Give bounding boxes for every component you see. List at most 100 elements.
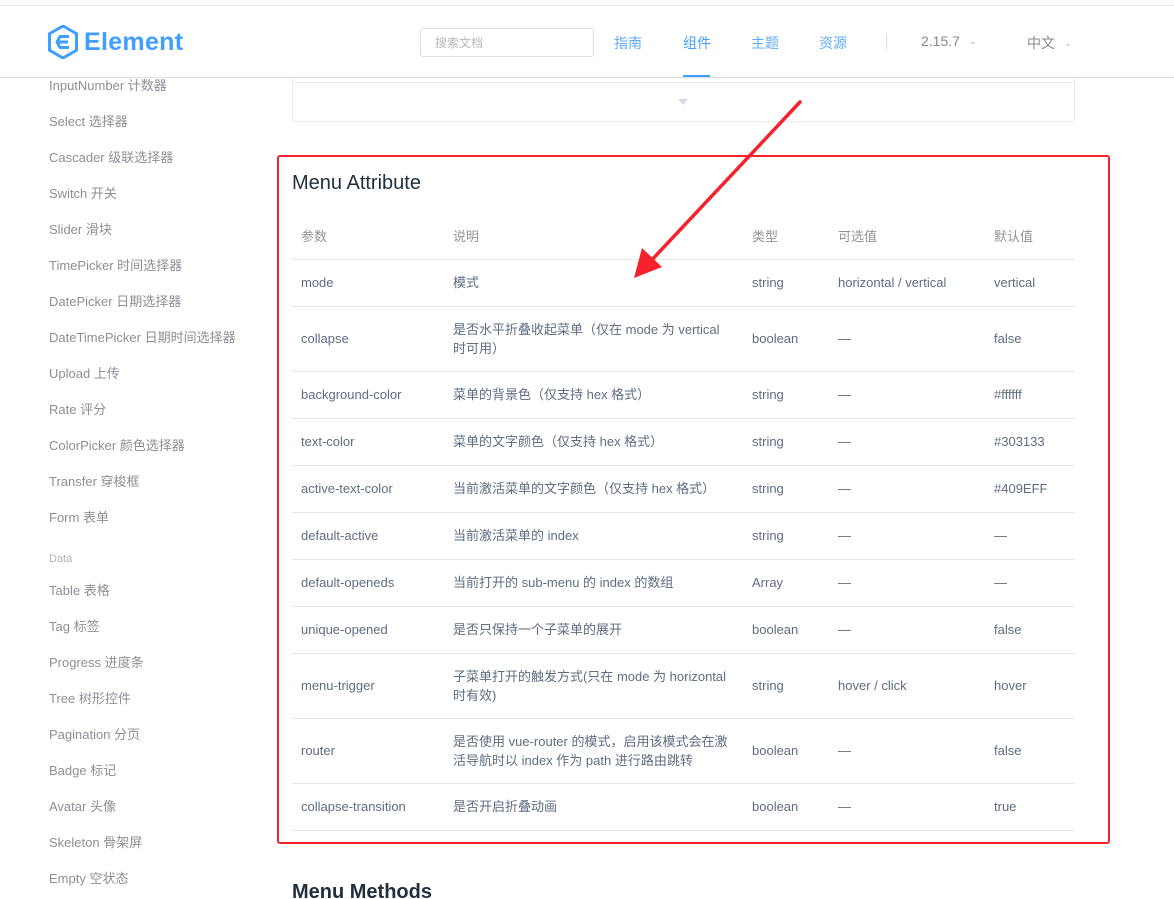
- sidebar-item-tree[interactable]: Tree 树形控件: [49, 688, 131, 707]
- cell-default: —: [985, 559, 1075, 607]
- sidebar-item-transfer[interactable]: Transfer 穿梭框: [49, 471, 140, 490]
- cell-type: string: [743, 512, 829, 560]
- table-row: default-active 当前激活菜单的 index string — —: [292, 512, 1075, 560]
- expand-code-icon[interactable]: [678, 99, 688, 105]
- sidebar-item-skeleton[interactable]: Skeleton 骨架屏: [49, 832, 142, 851]
- cell-type: string: [743, 418, 829, 466]
- cell-type: Array: [743, 559, 829, 607]
- chevron-down-icon: ⌄: [1064, 37, 1072, 48]
- sidebar-item-badge[interactable]: Badge 标记: [49, 760, 116, 779]
- table-row: background-color 菜单的背景色（仅支持 hex 格式） stri…: [292, 371, 1075, 419]
- sidebar-item-table[interactable]: Table 表格: [49, 580, 110, 599]
- sidebar-item-datetimepicker[interactable]: DateTimePicker 日期时间选择器: [49, 327, 236, 346]
- language-dropdown[interactable]: 中文 ⌄: [1027, 33, 1072, 53]
- cell-default: hover: [985, 653, 1075, 719]
- table-header-row: 参数 说明 类型 可选值 默认值: [292, 212, 1075, 260]
- sidebar-item-switch[interactable]: Switch 开关: [49, 183, 117, 202]
- cell-param: collapse-transition: [292, 783, 444, 831]
- cell-type: string: [743, 259, 829, 307]
- sidebar-item-colorpicker[interactable]: ColorPicker 颜色选择器: [49, 435, 185, 454]
- cell-default: false: [985, 306, 1075, 372]
- cell-param: collapse: [292, 306, 444, 372]
- cell-type: boolean: [743, 606, 829, 654]
- cell-options: —: [829, 718, 985, 784]
- demo-block-divider: [292, 82, 1075, 83]
- search-input[interactable]: [420, 28, 594, 57]
- table-row: unique-opened 是否只保持一个子菜单的展开 boolean — fa…: [292, 606, 1075, 654]
- sidebar-item-rate[interactable]: Rate 评分: [49, 399, 106, 418]
- cell-desc: 当前激活菜单的 index: [444, 512, 743, 560]
- sidebar-item-progress[interactable]: Progress 进度条: [49, 652, 144, 671]
- version-label: 2.15.7: [921, 33, 960, 49]
- cell-param: active-text-color: [292, 465, 444, 513]
- table-row: menu-trigger 子菜单打开的触发方式(只在 mode 为 horizo…: [292, 653, 1075, 719]
- cell-param: menu-trigger: [292, 653, 444, 719]
- cell-type: boolean: [743, 718, 829, 784]
- cell-desc: 当前激活菜单的文字颜色（仅支持 hex 格式）: [444, 465, 743, 513]
- menu-attribute-table: 参数 说明 类型 可选值 默认值 mode 模式 string horizont…: [292, 212, 1075, 831]
- cell-default: false: [985, 718, 1075, 784]
- cell-default: —: [985, 512, 1075, 560]
- cell-type: boolean: [743, 783, 829, 831]
- active-nav-indicator: [683, 75, 710, 77]
- nav-resource[interactable]: 资源: [819, 33, 847, 53]
- sidebar-item-avatar[interactable]: Avatar 头像: [49, 796, 116, 815]
- cell-default: vertical: [985, 259, 1075, 307]
- cell-default: true: [985, 783, 1075, 831]
- sidebar-item-pagination[interactable]: Pagination 分页: [49, 724, 140, 743]
- cell-type: string: [743, 465, 829, 513]
- header-top-divider: [0, 5, 1174, 6]
- cell-param: unique-opened: [292, 606, 444, 654]
- table-row: default-openeds 当前打开的 sub-menu 的 index 的…: [292, 559, 1075, 607]
- cell-type: boolean: [743, 306, 829, 372]
- cell-param: router: [292, 718, 444, 784]
- sidebar-item-timepicker[interactable]: TimePicker 时间选择器: [49, 255, 182, 274]
- cell-desc: 菜单的文字颜色（仅支持 hex 格式）: [444, 418, 743, 466]
- cell-default: #303133: [985, 418, 1075, 466]
- cell-default: false: [985, 606, 1075, 654]
- logo-text: Element: [84, 27, 184, 56]
- version-dropdown[interactable]: 2.15.7 ⌄: [921, 33, 976, 49]
- sidebar-item-tag[interactable]: Tag 标签: [49, 616, 100, 635]
- nav-component[interactable]: 组件: [683, 33, 711, 53]
- col-header-type: 类型: [743, 212, 829, 260]
- table-row: mode 模式 string horizontal / vertical ver…: [292, 259, 1075, 307]
- cell-options: hover / click: [829, 653, 985, 719]
- cell-type: string: [743, 653, 829, 719]
- sidebar-item-slider[interactable]: Slider 滑块: [49, 219, 112, 238]
- cell-desc: 是否水平折叠收起菜单（仅在 mode 为 vertical 时可用）: [444, 306, 743, 372]
- cell-desc: 当前打开的 sub-menu 的 index 的数组: [444, 559, 743, 607]
- cell-param: background-color: [292, 371, 444, 419]
- cell-options: —: [829, 606, 985, 654]
- nav-theme[interactable]: 主题: [751, 33, 779, 53]
- sidebar-item-form[interactable]: Form 表单: [49, 507, 109, 526]
- section-title: Menu Attribute: [292, 172, 421, 194]
- next-section-title: Menu Methods: [292, 881, 432, 899]
- sidebar-item-empty[interactable]: Empty 空状态: [49, 868, 128, 887]
- cell-type: string: [743, 371, 829, 419]
- element-logo[interactable]: Element: [48, 25, 183, 59]
- sidebar-item-cascader[interactable]: Cascader 级联选择器: [49, 147, 173, 166]
- cell-param: text-color: [292, 418, 444, 466]
- cell-options: —: [829, 512, 985, 560]
- cell-param: default-active: [292, 512, 444, 560]
- sidebar-item-select[interactable]: Select 选择器: [49, 111, 128, 130]
- nav-guide[interactable]: 指南: [614, 33, 642, 53]
- cell-param: mode: [292, 259, 444, 307]
- language-label: 中文: [1027, 35, 1055, 51]
- sidebar-item-datepicker[interactable]: DatePicker 日期选择器: [49, 291, 181, 310]
- cell-options: —: [829, 418, 985, 466]
- cell-options: —: [829, 559, 985, 607]
- sidebar-item-upload[interactable]: Upload 上传: [49, 363, 120, 382]
- cell-default: #409EFF: [985, 465, 1075, 513]
- sidebar-group-label: Data: [49, 553, 73, 565]
- table-row: text-color 菜单的文字颜色（仅支持 hex 格式） string — …: [292, 418, 1075, 466]
- cell-options: —: [829, 783, 985, 831]
- col-header-desc: 说明: [444, 212, 743, 260]
- col-header-options: 可选值: [829, 212, 985, 260]
- cell-desc: 是否使用 vue-router 的模式，启用该模式会在激活导航时以 index …: [444, 718, 743, 784]
- element-logo-icon: [48, 25, 78, 59]
- col-header-default: 默认值: [985, 212, 1075, 260]
- cell-options: —: [829, 306, 985, 372]
- chevron-down-icon: ⌄: [968, 35, 977, 46]
